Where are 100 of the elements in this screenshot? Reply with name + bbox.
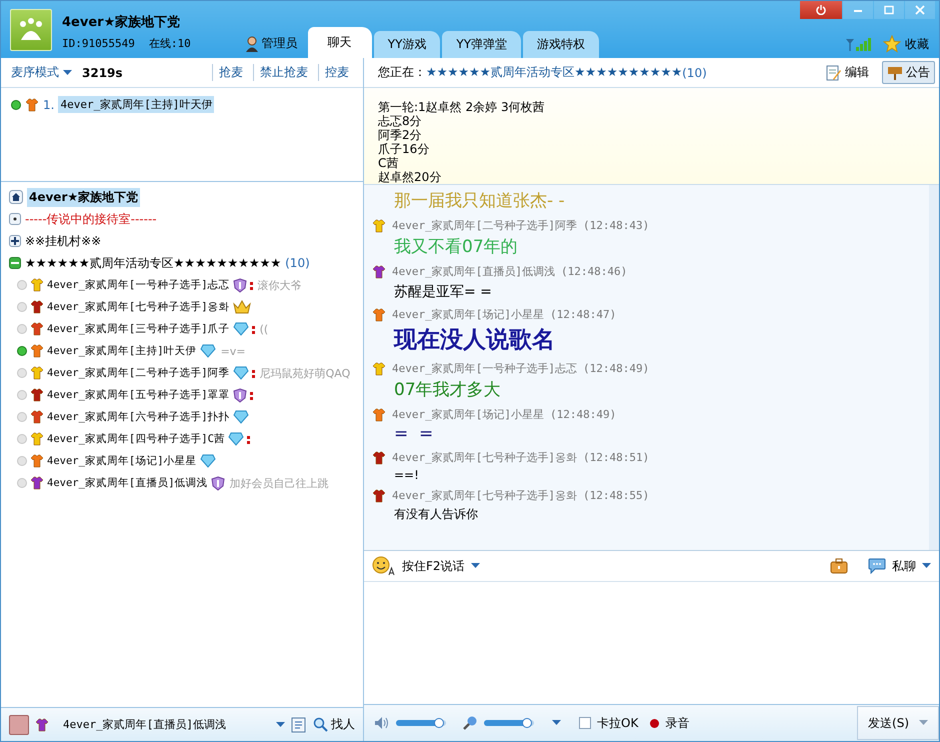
- member-name[interactable]: 4ever_家贰周年[五号种子选手]罩罩: [47, 388, 230, 402]
- channel-root[interactable]: 4ever★家族地下党: [27, 188, 140, 206]
- queue-number: 1.: [43, 98, 54, 112]
- message-time: (12:48:43): [582, 219, 650, 232]
- volume-slider[interactable]: [396, 720, 446, 726]
- member-name[interactable]: 4ever_家贰周年[三号种子选手]爪子: [47, 322, 230, 336]
- member-signature: 加好会员自己往上跳: [230, 476, 329, 490]
- mic-volume-slider[interactable]: [484, 720, 534, 726]
- power-icon: [816, 5, 826, 15]
- message-sender: 4ever_家贰周年[一号种子选手]忐忑: [392, 361, 577, 376]
- person-icon: [244, 36, 259, 52]
- maximize-icon: [884, 5, 894, 15]
- karaoke-checkbox[interactable]: [579, 717, 591, 729]
- caret-icon: [63, 70, 72, 76]
- chat-bubble-icon: [868, 558, 886, 574]
- message-sender: 4ever_家贰周年[场记]小星星: [392, 307, 544, 322]
- minus-icon: [11, 259, 19, 267]
- message-time: (12:48:55): [582, 489, 650, 502]
- find-button[interactable]: 找人: [313, 716, 355, 733]
- caret-icon: [919, 720, 928, 726]
- karaoke-label[interactable]: 卡拉OK: [597, 714, 638, 732]
- list-icon[interactable]: [291, 716, 307, 732]
- room-icon[interactable]: [9, 213, 21, 225]
- close-icon: [915, 5, 925, 15]
- queue-user[interactable]: 4ever_家贰周年[主持]叶天伊: [58, 96, 214, 113]
- message-sender: 4ever_家贰周年[直播员]低调浅: [392, 264, 555, 279]
- mode-label[interactable]: 麦序模式: [11, 64, 59, 81]
- member-name[interactable]: 4ever_家贰周年[七号种子选手]옹화: [47, 300, 230, 314]
- star-icon[interactable]: [883, 35, 901, 53]
- message-sender: 4ever_家贰周年[二号种子选手]阿季: [392, 218, 577, 233]
- expand-button[interactable]: [9, 235, 21, 247]
- notepad-icon: [826, 64, 842, 80]
- message-text: 现在没人说歌名: [394, 325, 556, 355]
- channel-name: 4ever★家族地下党: [62, 14, 182, 31]
- current-room: ★★★★★★贰周年活动专区★★★★★★★★★★: [426, 64, 682, 81]
- message-text: 07年我才多大: [394, 379, 502, 401]
- member-name[interactable]: 4ever_家贰周年[直播员]低调浅: [47, 476, 208, 490]
- message-time: (12:48:47): [550, 308, 616, 321]
- member-name[interactable]: 4ever_家贰周年[主持]叶天伊: [47, 344, 197, 358]
- online-count: 在线:10: [148, 36, 191, 51]
- announcement-line: 忐忑8分: [378, 114, 423, 128]
- tab[interactable]: YY游戏: [374, 31, 440, 58]
- room-name[interactable]: ※※挂机村※※: [25, 232, 102, 250]
- member-name[interactable]: 4ever_家贰周年[二号种子选手]阿季: [47, 366, 230, 380]
- favorite-label[interactable]: 收藏: [905, 36, 929, 52]
- current-user[interactable]: 4ever_家贰周年[直播员]低调浅: [63, 717, 226, 732]
- member-signature: =v=: [220, 344, 246, 358]
- microphone-icon[interactable]: [462, 715, 478, 731]
- member-name[interactable]: 4ever_家贰周年[六号种子选手]扑扑: [47, 410, 230, 424]
- caret-icon: [552, 720, 561, 726]
- room-name[interactable]: ★★★★★★贰周年活动专区★★★★★★★★★★: [25, 254, 282, 272]
- timer: 3219s: [82, 66, 123, 80]
- announcement-line: 赵卓然20分: [378, 170, 442, 184]
- toolbar-link[interactable]: 抢麦: [212, 64, 249, 81]
- avatar[interactable]: [9, 714, 29, 734]
- edit-button[interactable]: 编辑: [821, 61, 874, 84]
- message-text: 有没有人告诉你: [394, 506, 479, 523]
- message-sender: 4ever_家贰周年[七号种子选手]옹화: [392, 488, 577, 503]
- message-text: 那一届我只知道张杰- -: [394, 190, 566, 212]
- message-time: (12:48:46): [560, 265, 628, 278]
- member-count: (10): [285, 256, 310, 270]
- toolbox-icon[interactable]: [830, 558, 848, 574]
- message-time: (12:48:51): [582, 451, 650, 464]
- message-text: 我又不看07年的: [394, 236, 519, 258]
- tab[interactable]: 聊天: [308, 27, 372, 58]
- record-icon[interactable]: [650, 718, 660, 728]
- message-text: 苏醒是亚军= =: [394, 283, 493, 301]
- member-name[interactable]: 4ever_家贰周年[场记]小星星: [47, 454, 197, 468]
- notice-button[interactable]: 公告: [882, 61, 935, 84]
- toolbar-link[interactable]: 禁止抢麦: [253, 64, 314, 81]
- dot-icon: [11, 215, 19, 223]
- send-button[interactable]: 发送(S): [857, 706, 939, 740]
- toolbar-link[interactable]: 控麦: [318, 64, 355, 81]
- emoji-icon[interactable]: [372, 556, 396, 576]
- member-signature: 尼玛鼠苑好萌QAQ: [260, 366, 350, 380]
- tab[interactable]: 游戏特权: [523, 31, 600, 58]
- collapse-button[interactable]: [9, 257, 21, 269]
- message-time: (12:48:49): [582, 362, 650, 375]
- push-to-talk-button[interactable]: 按住F2说话: [402, 558, 480, 574]
- member-name[interactable]: 4ever_家贰周年[一号种子选手]忐忑: [47, 278, 230, 292]
- member-name[interactable]: 4ever_家贰周年[四号种子选手]C茜: [47, 432, 225, 446]
- search-icon: [313, 717, 328, 732]
- speaker-icon[interactable]: [374, 716, 390, 730]
- announcement-line: 阿季2分: [378, 128, 423, 142]
- home-icon: [9, 190, 23, 204]
- message-text: = =: [394, 424, 434, 444]
- room-name[interactable]: -----传说中的接待室------: [25, 210, 157, 228]
- shirt-icon: [35, 718, 49, 732]
- caret-icon: [470, 563, 480, 569]
- message-sender: 4ever_家贰周年[场记]小星星: [392, 407, 544, 422]
- plus-icon: [11, 237, 19, 245]
- announcement-line: 第一轮:1赵卓然 2余婷 3何枚茜: [378, 100, 546, 114]
- signboard-icon: [887, 64, 903, 80]
- power-button[interactable]: [800, 1, 842, 19]
- member-signature: ((: [260, 322, 268, 336]
- private-chat-button[interactable]: 私聊: [868, 558, 931, 574]
- tab[interactable]: YY弹弹堂: [442, 31, 522, 58]
- location-label: 您正在：: [378, 64, 426, 81]
- record-label[interactable]: 录音: [665, 714, 690, 732]
- member-signature: 滚你大爷: [258, 278, 302, 292]
